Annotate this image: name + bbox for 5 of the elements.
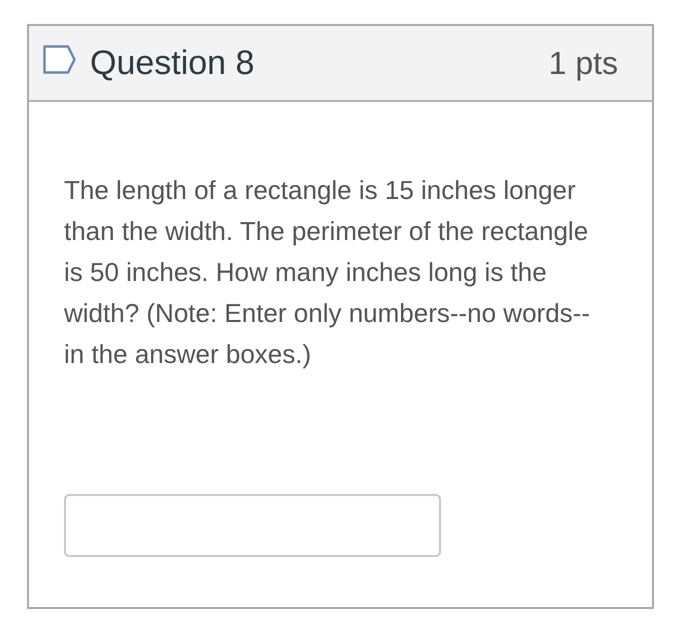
question-title: Question 8 — [90, 44, 256, 82]
flag-icon[interactable] — [43, 44, 76, 74]
question-text: The length of a rectangle is 15 inches longer than the width. The perimeter of the rectangle is 50 inches. How many inches long is the width? (Note: Enter only numbers--no words--in the answer boxes.) — [64, 174, 591, 371]
points-label: 1 pts — [548, 44, 618, 82]
answer-field[interactable] — [64, 494, 441, 557]
